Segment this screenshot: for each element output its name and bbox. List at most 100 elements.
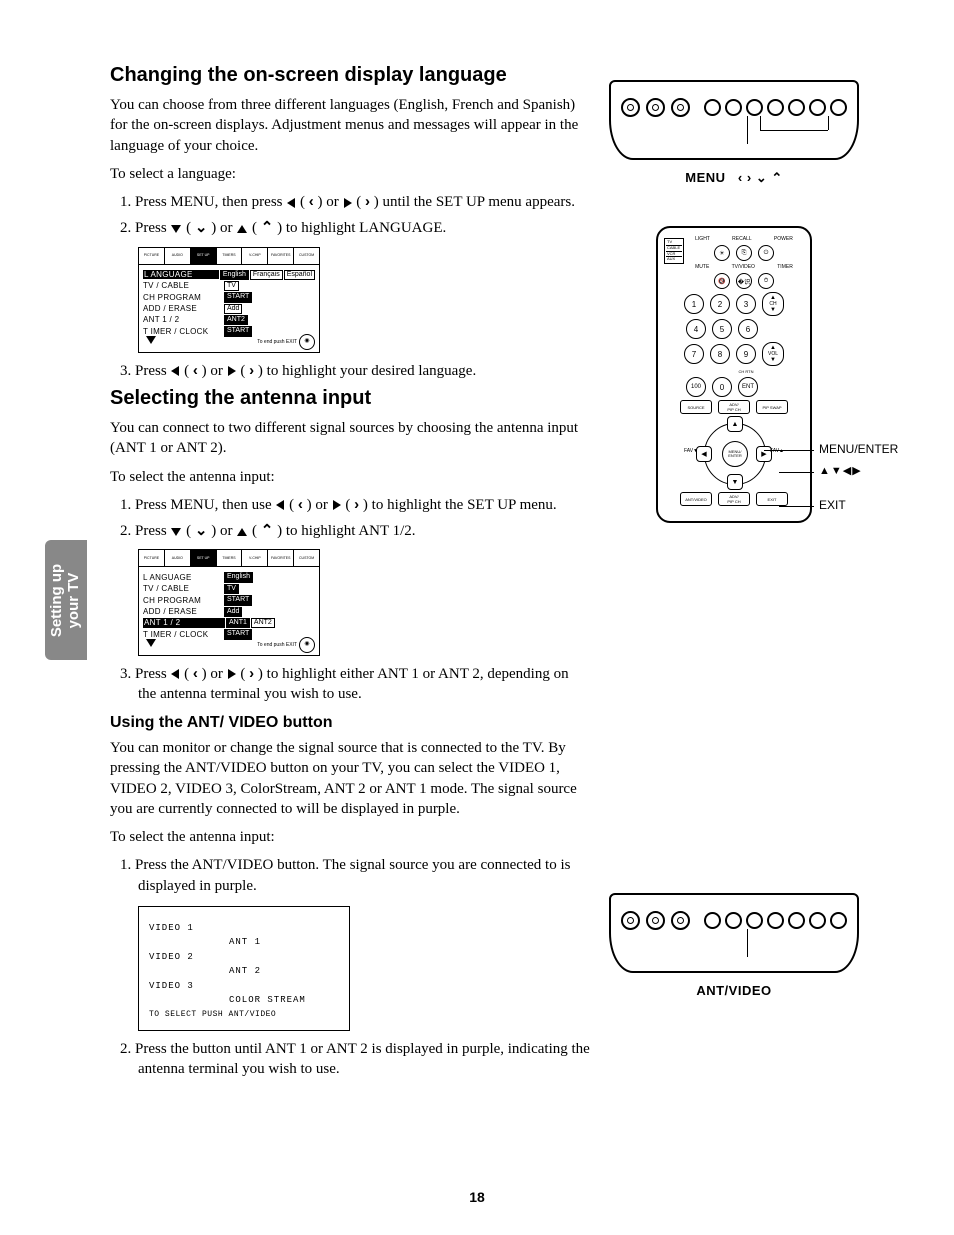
tv-front-panel-diagram [609,893,859,973]
remote-exit-button: EXIT [756,492,788,506]
remote-label: RECALL [732,236,751,242]
side-tab: Setting up your TV [45,540,87,660]
osd-row: TV / CABLETV [143,281,315,291]
panel-button [809,912,826,929]
remote-dpad-down: ▼ [727,474,743,490]
osd-row-value: English [220,270,249,280]
remote-antvideo-button: ANT/VIDEO [680,492,712,506]
osd-row-value: START [224,595,252,605]
step-ant-3: 3. Press ( ‹ ) or ( › ) to highlight eit… [138,664,590,705]
remote-tvvideo-button: �识 [736,273,752,289]
triangle-right-icon [228,366,236,376]
remote-recall-button: ⎘ [736,245,752,261]
remote-timer-button: ⏱ [758,273,774,289]
osd-row-label: ADD / ERASE [143,607,223,617]
triangle-right-icon [333,500,341,510]
osd-row-value: START [224,629,252,639]
remote-mute-button: 🔇 [714,273,730,289]
triangle-up-icon [237,225,247,233]
chevron-right-icon: › [747,170,752,185]
osd-row-value: ANT1 [226,618,250,628]
osd-footer-text: To end push EXIT [257,339,297,345]
video-osd-footer: TO SELECT PUSH ANT/VIDEO [149,1009,339,1022]
triangle-left-icon [287,198,295,208]
remote-num-7: 7 [684,344,704,364]
remote-num-100: 100 [686,377,706,397]
osd-more-icon [146,639,156,647]
remote-num-0: 0 [712,377,732,397]
osd-tab: FAVORITES [268,550,294,566]
remote-num-4: 4 [686,319,706,339]
osd-row-value: Add [224,304,242,314]
osd-row-label: TV / CABLE [143,584,223,594]
chevron-left-icon: ‹ [738,170,743,185]
remote-label: MUTE [695,264,709,270]
video-source: COLOR STREAM [229,993,319,1007]
osd-row-label: ADD / ERASE [143,304,223,314]
remote-label: FAV▼ [684,448,698,454]
step-ant-1: 1. Press MENU, then use ( ‹ ) or ( › ) t… [138,495,590,515]
remote-num-6: 6 [738,319,758,339]
lead-language: To select a language: [110,164,590,184]
remote-ent-button: ENT [738,377,758,397]
osd-tab: PICTURE [139,550,165,566]
remote-num-5: 5 [712,319,732,339]
osd-tab: CUSTOM [294,248,319,264]
osd-more-icon [146,336,156,344]
osd-row: ADD / ERASEAdd [143,607,315,617]
remote-label: FAV▲ [770,448,784,454]
chevron-up-icon: ⌃ [261,522,274,539]
heading-antvideo: Using the ANT/ VIDEO button [110,714,590,732]
remote-label: TV/VIDEO [732,264,755,270]
remote-num-8: 8 [710,344,730,364]
panel-knob [621,911,640,930]
step-lang-1: 1. Press MENU, then press ( ‹ ) or ( › )… [138,192,590,212]
video-source: VIDEO 3 [149,979,229,993]
step-ant-2: 2. Press ( ⌄ ) or ( ⌃ ) to highlight ANT… [138,521,590,541]
triangle-down-icon [171,528,181,536]
panel-button [704,912,721,929]
osd-row-label: CH PROGRAM [143,596,223,606]
panel-menu-button [746,99,763,116]
step-lang-3: 3. Press ( ‹ ) or ( › ) to highlight you… [138,361,590,381]
panel-knob [621,98,640,117]
tv-panel-label: MENU ‹ › ⌄ ⌃ [604,170,864,186]
osd-row-value: Español [284,270,315,280]
chevron-up-icon: ⌃ [261,219,274,236]
panel-button [725,99,742,116]
osd-tab: TIMERS [217,550,243,566]
remote-dpad-up: ▲ [727,416,743,432]
step-av-1: 1. Press the ANT/VIDEO button. The signa… [138,855,590,896]
remote-pipswap-button: PIP SWAP [756,400,788,414]
triangle-left-icon [171,366,179,376]
remote-power-button: ⏻ [758,245,774,261]
osd-row-value: START [224,292,252,302]
triangle-down-icon [171,225,181,233]
triangle-left-icon [171,669,179,679]
osd-tab: V-CHIP [242,550,268,566]
triangle-up-icon [237,528,247,536]
osd-row-label: TV / CABLE [143,281,223,291]
joystick-icon: ◉ [299,334,315,350]
osd-row: ANT 1 / 2ANT1ANT2 [143,618,315,628]
osd-row: CH PROGRAMSTART [143,292,315,302]
remote-dpad-left: ◀ [696,446,712,462]
osd-menu-antenna: PICTUREAUDIOSET UPTIMERSV-CHIPFAVORITESC… [138,549,320,655]
panel-knob [671,911,690,930]
panel-antvideo-button [746,912,763,929]
remote-num-2: 2 [710,294,730,314]
remote-label: TIMER [777,264,793,270]
intro-language: You can choose from three different lang… [110,95,590,156]
osd-tab: AUDIO [165,248,191,264]
callout-arrows: ▲▼◀▶ [819,464,862,477]
panel-knob [646,98,665,117]
panel-button [725,912,742,929]
osd-footer-text: To end push EXIT [257,642,297,648]
remote-vol-rocker: ▲VOL▼ [762,342,784,366]
osd-row: ANT 1 / 2ANT2 [143,315,315,325]
osd-row-value: TV [224,281,239,291]
remote-mode-switch: TV CABLE VCR AUX [664,238,684,264]
osd-row: L ANGUAGEEnglish [143,572,315,582]
chevron-up-icon: ⌃ [771,170,782,185]
heading-language: Changing the on-screen display language [110,64,590,87]
